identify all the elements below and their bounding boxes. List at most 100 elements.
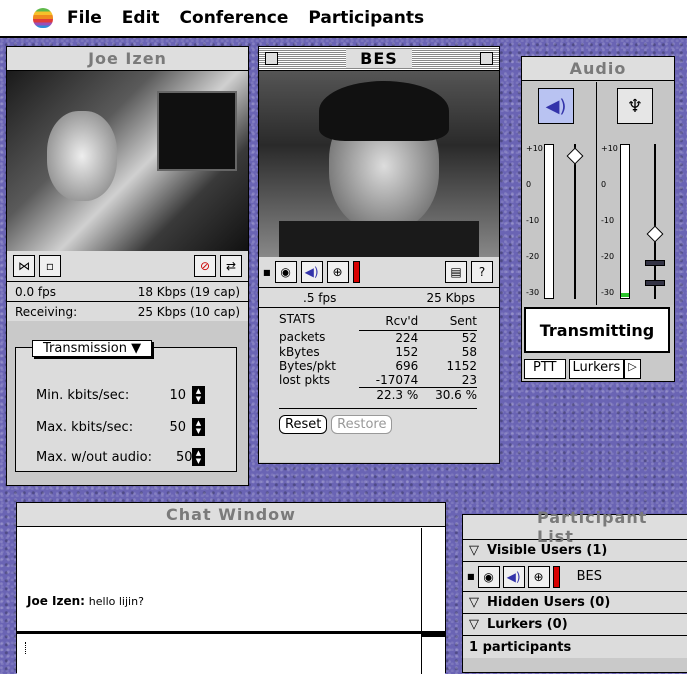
- ptt-tab[interactable]: PTT: [524, 359, 566, 379]
- microphone-icon[interactable]: ♆: [617, 88, 653, 124]
- receiving-line: Receiving: 25 Kbps (10 cap): [7, 301, 248, 321]
- audio-window: Audio ◀) ♆ +10 0 -10 -20 -30 +10 0 -10 -…: [521, 56, 675, 382]
- stat-sent: 1152: [446, 358, 477, 373]
- speaker-icon[interactable]: ◀): [300, 261, 323, 283]
- bes-window: BES ■ ◉ ◀) ⊕ ▤ ? .5 fps 25 Kbps STATS Rc…: [258, 46, 500, 464]
- speaker-icon[interactable]: ◀): [538, 88, 574, 124]
- scale-label: -10: [601, 216, 615, 225]
- transmission-group: Transmission ▼ Min. kbits/sec: 10 ▲ ▼ Max…: [15, 340, 237, 472]
- stat-label: packets: [279, 330, 326, 345]
- chevron-right-icon[interactable]: ▷: [624, 359, 641, 379]
- slider-thumb[interactable]: [645, 280, 665, 286]
- restore-button[interactable]: Restore: [331, 414, 393, 434]
- window-title[interactable]: Participant List: [463, 508, 687, 546]
- max-kbits-label: Max. kbits/sec:: [36, 419, 134, 435]
- lurkers-header[interactable]: ▽ Lurkers (0): [463, 614, 687, 636]
- window-title[interactable]: Chat Window: [17, 503, 445, 527]
- scale-label: 0: [601, 180, 607, 189]
- window-title-text: BES: [346, 49, 412, 68]
- chat-input[interactable]: [17, 634, 421, 674]
- stats-header: Rcv'd: [358, 312, 419, 331]
- send-rate-line: 0.0 fps 18 Kbps (19 cap): [7, 281, 248, 301]
- audio-level-indicator: [552, 565, 560, 588]
- window-title[interactable]: BES: [259, 47, 499, 71]
- text-cursor: [25, 642, 26, 654]
- snapshot-icon[interactable]: ▫: [39, 255, 61, 277]
- stat-rcvd: 152: [395, 344, 419, 359]
- receiving-label: Receiving:: [15, 304, 78, 319]
- mic-threshold-slider[interactable]: [645, 144, 665, 299]
- table-row: Bytes/pkt 696 1152: [279, 359, 477, 373]
- reset-button[interactable]: Reset: [279, 414, 328, 434]
- kbps-label: 18 Kbps: [137, 284, 187, 299]
- stat-sent: 30.6 %: [435, 387, 477, 402]
- max-kbits-stepper[interactable]: ▲ ▼: [192, 418, 205, 436]
- stats-table: STATS Rcv'd Sent packets 224 52 kBytes 152 5…: [279, 312, 477, 402]
- stat-rcvd: 22.3 %: [376, 387, 419, 402]
- zoom-box-icon[interactable]: [480, 52, 493, 65]
- message-sender: Joe Izen: [27, 594, 81, 608]
- speaker-volume-slider[interactable]: [566, 144, 584, 299]
- slider-thumb[interactable]: [646, 225, 664, 243]
- stats-panel: STATS Rcv'd Sent packets 224 52 kBytes 152 5…: [259, 307, 499, 462]
- eye-icon[interactable]: ◉: [274, 261, 297, 283]
- table-row: lost pkts -17074 23: [279, 372, 477, 388]
- hidden-users-label: Hidden Users (0): [487, 595, 611, 610]
- menu-conference[interactable]: Conference: [180, 8, 289, 28]
- stop-icon[interactable]: ⊘: [194, 255, 216, 277]
- settings-icon[interactable]: ▤: [445, 261, 467, 283]
- input-scrollbar[interactable]: [421, 631, 446, 674]
- transmission-dropdown[interactable]: Transmission ▼: [32, 340, 153, 357]
- microphone-icon[interactable]: ⊕: [527, 565, 550, 588]
- slider-thumb[interactable]: [566, 147, 584, 165]
- user-name: BES: [576, 569, 602, 584]
- disclosure-triangle-icon[interactable]: ▽: [469, 595, 479, 610]
- scale-label: +10: [601, 144, 618, 153]
- menu-file[interactable]: File: [67, 8, 102, 28]
- video-feed: [7, 71, 248, 251]
- window-title[interactable]: Audio: [522, 57, 674, 81]
- disclosure-triangle-icon[interactable]: ▽: [469, 543, 479, 558]
- scale-label: 0: [526, 180, 532, 189]
- lurkers-label: Lurkers (0): [487, 617, 568, 632]
- participant-count-label: 1 participants: [469, 639, 572, 655]
- table-row: 22.3 % 30.6 %: [279, 387, 477, 402]
- speaker-scale: +10 0 -10 -20 -30: [526, 144, 543, 297]
- close-box-icon[interactable]: [265, 52, 278, 65]
- visible-users-label: Visible Users (1): [487, 543, 608, 558]
- stat-sent: 23: [418, 372, 477, 388]
- menu-participants[interactable]: Participants: [308, 8, 424, 28]
- list-item[interactable]: ■ ◉ ◀) ⊕ BES: [463, 562, 687, 592]
- config-icon[interactable]: ⇄: [220, 255, 242, 277]
- transmitting-status: Transmitting: [524, 307, 670, 353]
- chat-window: Chat Window Joe Izen: hello lijin?: [16, 502, 446, 674]
- lurkers-tab[interactable]: Lurkers: [568, 359, 625, 379]
- menu-edit[interactable]: Edit: [122, 8, 160, 28]
- speaker-icon[interactable]: ◀): [502, 565, 525, 588]
- stat-label: Bytes/pkt: [279, 358, 336, 373]
- table-row: kBytes 152 58: [279, 345, 477, 359]
- apple-menu-icon[interactable]: [33, 8, 53, 28]
- min-kbits-stepper[interactable]: ▲ ▼: [192, 386, 205, 404]
- scale-label: -30: [526, 288, 540, 297]
- scale-label: -20: [526, 252, 540, 261]
- transcript-scrollbar[interactable]: [421, 528, 445, 631]
- max-wo-audio-stepper[interactable]: ▲ ▼: [192, 448, 205, 466]
- help-icon[interactable]: ?: [471, 261, 493, 283]
- microphone-icon[interactable]: ⊕: [326, 261, 349, 283]
- eye-icon[interactable]: ◉: [477, 565, 500, 588]
- mute-video-icon[interactable]: ⋈: [13, 255, 35, 277]
- hidden-users-header[interactable]: ▽ Hidden Users (0): [463, 592, 687, 614]
- joe-izen-window: Joe Izen ⋈ ▫ ⊘ ⇄ 0.0 fps 18 Kbps (19 cap…: [6, 46, 249, 486]
- scale-label: -20: [601, 252, 615, 261]
- disclosure-triangle-icon[interactable]: ▽: [469, 617, 479, 632]
- video-feed: [259, 71, 499, 257]
- stats-header: Sent: [418, 312, 477, 331]
- window-title[interactable]: Joe Izen: [7, 47, 248, 71]
- slider-thumb[interactable]: [645, 260, 665, 266]
- participant-count: 1 participants: [463, 636, 687, 658]
- mic-meter: [620, 144, 630, 299]
- max-wo-audio-value: 50: [176, 449, 193, 465]
- stat-label: kBytes: [279, 344, 320, 359]
- audio-level-indicator: [352, 261, 360, 283]
